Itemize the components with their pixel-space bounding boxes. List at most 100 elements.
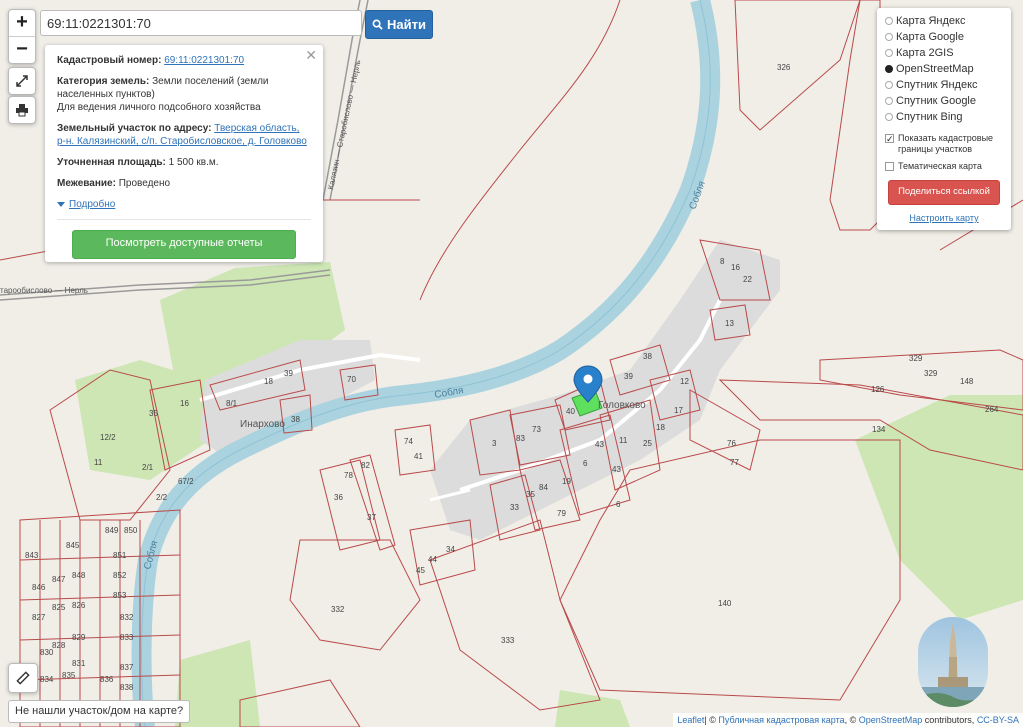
parcel-number-label: 851 <box>113 551 127 560</box>
show-cadastral-checkbox[interactable]: ✓ Показать кадастровые границы участков <box>885 133 1003 155</box>
layer-option-label: Спутник Bing <box>896 111 963 123</box>
parcel-number-label: 11 <box>94 458 103 467</box>
cad-number-link[interactable]: 69:11:0221301:70 <box>164 55 244 66</box>
village-label-golovkovo: Головково <box>598 400 646 411</box>
parcel-number-label: 39 <box>284 369 293 378</box>
parcel-number-label: 83 <box>516 434 525 443</box>
parcel-info-popup: ✕ Кадастровый номер: 69:11:0221301:70 Ка… <box>45 45 323 262</box>
radio-selected-icon <box>885 65 893 73</box>
layer-option[interactable]: Спутник Яндекс <box>885 77 1003 93</box>
parcel-number-label: 845 <box>66 541 80 550</box>
parcel-number-label: 67/2 <box>178 477 194 486</box>
layer-option[interactable]: Карта Яндекс <box>885 13 1003 29</box>
parcel-number-label: 45 <box>416 566 425 575</box>
view-reports-button[interactable]: Посмотреть доступные отчеты <box>72 230 296 259</box>
parcel-number-label: 41 <box>414 452 423 461</box>
parcel-number-label: 148 <box>960 377 974 386</box>
parcel-number-label: 332 <box>331 605 345 614</box>
address-label: Земельный участок по адресу: <box>57 123 212 134</box>
parcel-number-label: 16 <box>731 263 740 272</box>
license-link[interactable]: CC-BY-SA <box>977 715 1019 725</box>
village-label-inarkhovo: Инархово <box>240 419 285 430</box>
parcel-number-label: 828 <box>52 641 66 650</box>
configure-map-link[interactable]: Настроить карту <box>885 213 1003 223</box>
parcel-number-label: 84 <box>539 483 548 492</box>
parcel-number-label: 43 <box>612 465 621 474</box>
road-label: тарообислово — Нерль <box>0 286 88 295</box>
parcel-number-label: 18 <box>656 423 665 432</box>
zoom-out-button[interactable]: − <box>9 36 35 63</box>
parcel-number-label: 35 <box>149 409 158 418</box>
expand-icon <box>16 75 28 87</box>
parcel-number-label: 837 <box>120 663 134 672</box>
layer-option[interactable]: Карта 2GIS <box>885 45 1003 61</box>
parcel-number-label: 11 <box>619 436 628 445</box>
search-input[interactable] <box>40 10 362 36</box>
parcel-number-label: 43 <box>595 440 604 449</box>
parcel-number-label: 831 <box>72 659 86 668</box>
checkbox-unchecked-icon <box>885 162 894 171</box>
not-found-button[interactable]: Не нашли участок/дом на карте? <box>8 700 191 723</box>
parcel-number-label: 829 <box>72 633 86 642</box>
parcel-number-label: 835 <box>62 671 76 680</box>
layer-option-label: Карта Google <box>896 31 964 43</box>
layer-option[interactable]: Карта Google <box>885 29 1003 45</box>
parcel-number-label: 853 <box>113 591 127 600</box>
share-link-button[interactable]: Поделиться ссылкой <box>888 180 1000 205</box>
parcel-number-label: 78 <box>344 471 353 480</box>
survey-value: Проведено <box>118 178 171 189</box>
parcel-number-label: 12 <box>680 377 689 386</box>
parcel-number-label: 40 <box>566 407 575 416</box>
checkbox-checked-icon: ✓ <box>885 134 894 144</box>
parcel-number-label: 34 <box>446 545 455 554</box>
search-button-label: Найти <box>387 17 426 32</box>
layer-option-label: Карта Яндекс <box>896 15 966 27</box>
parcel-number-label: 333 <box>501 636 515 645</box>
parcel-number-label: 74 <box>404 437 413 446</box>
parcel-number-label: 830 <box>40 648 54 657</box>
leaflet-link[interactable]: Leaflet <box>677 715 704 725</box>
parcel-number-label: 832 <box>120 613 134 622</box>
area-value: 1 500 кв.м. <box>168 157 219 168</box>
layer-option[interactable]: Спутник Google <box>885 93 1003 109</box>
parcel-number-label: 838 <box>120 683 134 692</box>
parcel-number-label: 848 <box>72 571 86 580</box>
parcel-number-label: 836 <box>100 675 114 684</box>
osm-link[interactable]: OpenStreetMap <box>859 715 923 725</box>
parcel-number-label: 329 <box>924 369 938 378</box>
close-icon[interactable]: ✕ <box>305 48 317 62</box>
attribution-sep-2: , © <box>844 715 859 725</box>
parcel-number-label: 833 <box>120 633 134 642</box>
parcel-number-label: 76 <box>727 439 736 448</box>
fullscreen-button[interactable] <box>8 67 36 95</box>
printer-icon <box>16 104 28 117</box>
area-label: Уточненная площадь: <box>57 157 166 168</box>
parcel-number-label: 18 <box>264 377 273 386</box>
attribution-sep-3: contributors, <box>922 715 977 725</box>
search-button[interactable]: Найти <box>365 10 433 39</box>
divider <box>57 219 311 220</box>
radio-icon <box>885 113 893 121</box>
parcel-number-label: 6 <box>583 459 588 468</box>
zoom-in-button[interactable]: + <box>9 10 35 36</box>
parcel-number-label: 264 <box>985 405 999 414</box>
layer-option[interactable]: Спутник Bing <box>885 109 1003 125</box>
measure-button[interactable] <box>8 663 38 693</box>
thematic-map-label: Тематическая карта <box>898 161 982 171</box>
thematic-map-checkbox[interactable]: Тематическая карта <box>885 161 1003 172</box>
parcel-number-label: 843 <box>25 551 39 560</box>
parcel-number-label: 834 <box>40 675 54 684</box>
parcel-number-label: 25 <box>643 439 652 448</box>
print-button[interactable] <box>8 96 36 124</box>
parcel-number-label: 849 <box>105 526 119 535</box>
radio-icon <box>885 49 893 57</box>
parcel-number-label: 38 <box>291 415 300 424</box>
pkk-link[interactable]: Публичная кадастровая карта <box>718 715 844 725</box>
parcel-number-label: 134 <box>872 425 886 434</box>
details-toggle[interactable]: Подробно <box>57 198 311 211</box>
radio-icon <box>885 17 893 25</box>
details-link: Подробно <box>69 199 116 210</box>
radio-icon <box>885 33 893 41</box>
parcel-number-label: 826 <box>72 601 86 610</box>
layer-option[interactable]: OpenStreetMap <box>885 61 1003 77</box>
